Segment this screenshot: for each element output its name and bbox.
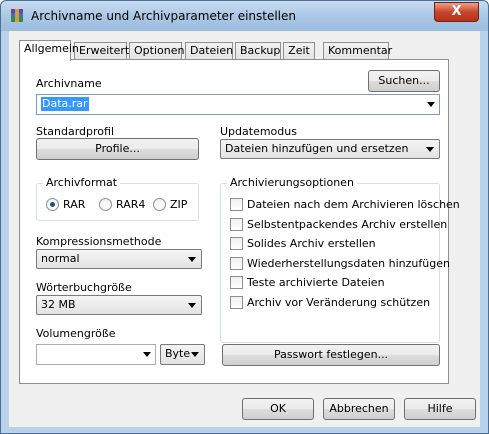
radio-zip-label[interactable]: ZIP bbox=[170, 198, 187, 211]
checkbox-lock[interactable] bbox=[230, 296, 243, 309]
checkbox-solid[interactable] bbox=[230, 237, 243, 250]
volume-label: Volumengröße bbox=[36, 327, 116, 340]
archive-name-value: Data.rar bbox=[41, 97, 89, 111]
checkbox-test[interactable] bbox=[230, 276, 243, 289]
radio-rar4[interactable] bbox=[99, 198, 112, 211]
dictionary-label: Wörterbuchgröße bbox=[36, 281, 132, 294]
chevron-down-icon bbox=[188, 303, 196, 308]
checkbox-recovery-label[interactable]: Wiederherstellungsdaten hinzufügen bbox=[247, 257, 450, 270]
tab-erweitert[interactable]: Erweitert bbox=[74, 42, 129, 60]
radio-rar[interactable] bbox=[46, 198, 59, 211]
chevron-down-icon[interactable] bbox=[427, 102, 435, 107]
update-mode-label: Updatemodus bbox=[220, 125, 297, 138]
checkbox-delete-after-label[interactable]: Dateien nach dem Archivieren löschen bbox=[247, 198, 460, 211]
default-profile-label: Standardprofil bbox=[36, 125, 115, 138]
volume-unit-select[interactable]: Byte bbox=[160, 344, 205, 365]
tab-backup[interactable]: Backup bbox=[235, 42, 281, 60]
update-mode-value: Dateien hinzufügen und ersetzen bbox=[225, 142, 409, 155]
chevron-down-icon[interactable] bbox=[143, 352, 151, 357]
dialog-window: Archivname und Archivparameter einstelle… bbox=[0, 0, 489, 434]
dictionary-select[interactable]: 32 MB bbox=[36, 295, 202, 315]
compression-value: normal bbox=[41, 252, 80, 265]
archive-format-group: Archivformat RAR RAR4 ZIP bbox=[36, 176, 199, 221]
tab-kommentar[interactable]: Kommentar bbox=[323, 42, 392, 60]
checkbox-recovery[interactable] bbox=[230, 257, 243, 270]
title-bar[interactable]: Archivname und Archivparameter einstelle… bbox=[1, 1, 488, 31]
checkbox-delete-after[interactable] bbox=[230, 198, 243, 211]
checkbox-sfx-label[interactable]: Selbstentpackendes Archiv erstellen bbox=[247, 218, 447, 231]
archiving-options-group: Archivierungsoptionen Dateien nach dem A… bbox=[220, 176, 460, 343]
checkbox-lock-label[interactable]: Archiv vor Veränderung schützen bbox=[247, 296, 430, 309]
winrar-icon bbox=[11, 9, 23, 22]
profiles-button[interactable]: Profile... bbox=[36, 138, 199, 160]
browse-button[interactable]: Suchen... bbox=[368, 70, 440, 92]
archive-format-title: Archivformat bbox=[43, 176, 121, 189]
tab-dateien[interactable]: Dateien bbox=[185, 42, 233, 60]
volume-input[interactable] bbox=[36, 344, 156, 365]
archive-name-label: Archivname bbox=[36, 77, 102, 90]
chevron-down-icon bbox=[188, 257, 196, 262]
tab-panel-allgemein: Archivname Suchen... Data.rar Standardpr… bbox=[19, 59, 460, 384]
update-mode-select[interactable]: Dateien hinzufügen und ersetzen bbox=[220, 139, 440, 159]
ok-button[interactable]: OK bbox=[242, 398, 314, 420]
tab-zeit[interactable]: Zeit bbox=[283, 42, 315, 60]
close-button[interactable]: X bbox=[434, 2, 479, 22]
radio-rar4-label[interactable]: RAR4 bbox=[116, 198, 145, 211]
checkbox-sfx[interactable] bbox=[230, 218, 243, 231]
archive-name-input[interactable]: Data.rar bbox=[36, 94, 440, 115]
tab-optionen[interactable]: Optionen bbox=[129, 42, 184, 60]
radio-rar-label[interactable]: RAR bbox=[63, 198, 85, 211]
checkbox-test-label[interactable]: Teste archivierte Dateien bbox=[247, 276, 385, 289]
archiving-options-title: Archivierungsoptionen bbox=[227, 176, 357, 189]
cancel-button[interactable]: Abbrechen bbox=[323, 398, 395, 420]
set-password-button[interactable]: Passwort festlegen... bbox=[222, 344, 440, 366]
help-button[interactable]: Hilfe bbox=[404, 398, 476, 420]
chevron-down-icon bbox=[426, 147, 434, 152]
chevron-down-icon bbox=[191, 352, 199, 357]
close-icon: X bbox=[451, 4, 462, 19]
window-title: Archivname und Archivparameter einstelle… bbox=[31, 9, 297, 23]
compression-select[interactable]: normal bbox=[36, 249, 202, 269]
checkbox-solid-label[interactable]: Solides Archiv erstellen bbox=[247, 237, 376, 250]
tab-allgemein[interactable]: Allgemein bbox=[19, 40, 79, 61]
compression-label: Kompressionsmethode bbox=[36, 235, 162, 248]
volume-unit-value: Byte bbox=[165, 347, 191, 360]
dictionary-value: 32 MB bbox=[41, 298, 76, 311]
dialog-content: Allgemein Erweitert Optionen Dateien Bac… bbox=[9, 31, 480, 427]
radio-zip[interactable] bbox=[153, 198, 166, 211]
